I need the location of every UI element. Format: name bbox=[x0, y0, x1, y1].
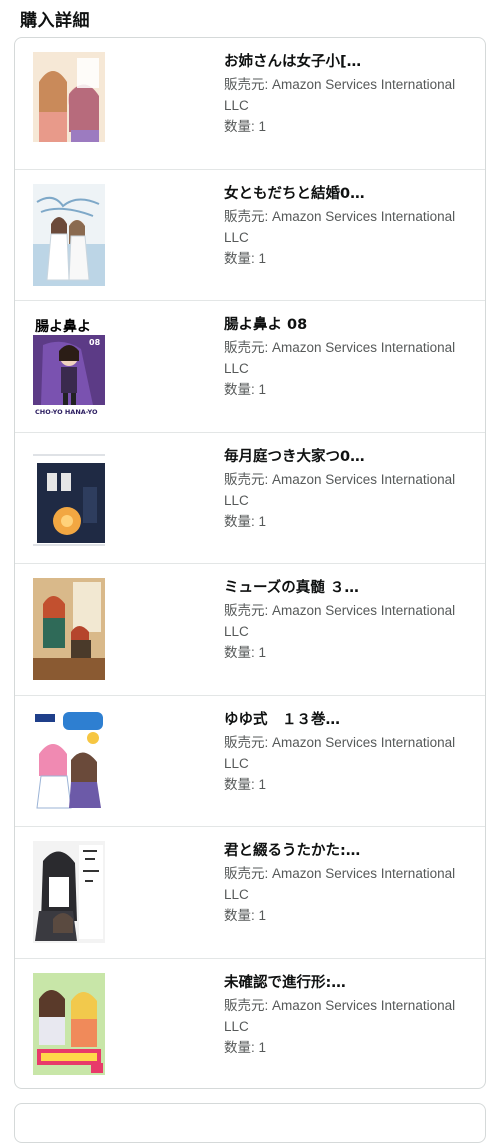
next-section-card bbox=[14, 1103, 486, 1143]
item-seller: 販売元: Amazon Services International LLC bbox=[224, 208, 456, 245]
book-cover[interactable] bbox=[33, 183, 105, 286]
book-cover[interactable] bbox=[33, 709, 105, 812]
purchase-items-card: お姉さんは女子小[… 販売元: Amazon Services Internat… bbox=[14, 37, 486, 1089]
book-cover[interactable] bbox=[33, 578, 105, 680]
cover-title-text: 腸よ鼻よ bbox=[35, 318, 91, 335]
item-title[interactable]: 毎月庭つき大家つ0… bbox=[224, 447, 474, 467]
list-item[interactable]: 毎月庭つき大家つ0… 販売元: Amazon Services Internat… bbox=[15, 433, 485, 564]
cover-volume-text: 08 bbox=[89, 338, 101, 347]
list-item[interactable]: 女ともだちと結婚0… 販売元: Amazon Services Internat… bbox=[15, 170, 485, 301]
item-title[interactable]: 君と綴るうたかた:… bbox=[224, 841, 474, 861]
item-title[interactable]: ミューズの真髄 ３… bbox=[224, 578, 474, 598]
item-quantity: 数量: 1 bbox=[224, 908, 267, 923]
item-seller: 販売元: Amazon Services International LLC bbox=[224, 340, 456, 376]
item-seller: 販売元: Amazon Services International LLC bbox=[224, 77, 456, 113]
book-cover[interactable] bbox=[33, 52, 105, 154]
book-cover[interactable] bbox=[33, 841, 105, 943]
item-quantity: 数量: 1 bbox=[224, 513, 267, 529]
section-title: 購入詳細 bbox=[20, 11, 90, 31]
list-item[interactable]: 君と綴るうたかた:… 販売元: Amazon Services Internat… bbox=[15, 827, 485, 959]
item-seller: 販売元: Amazon Services International LLC bbox=[224, 997, 456, 1034]
list-item[interactable]: お姉さんは女子小[… 販売元: Amazon Services Internat… bbox=[15, 38, 485, 170]
item-seller: 販売元: Amazon Services International LLC bbox=[224, 866, 456, 902]
cover-subtitle-text: CHO-YO HANA-YO bbox=[35, 408, 98, 416]
book-cover[interactable] bbox=[33, 972, 105, 1075]
item-title[interactable]: 腸よ鼻よ 08 bbox=[224, 315, 474, 335]
item-title[interactable]: ゆゆ式 １３巻… bbox=[224, 710, 474, 730]
item-seller: 販売元: Amazon Services International LLC bbox=[224, 734, 456, 771]
item-seller: 販売元: Amazon Services International LLC bbox=[224, 603, 456, 639]
item-title[interactable]: 女ともだちと結婚0… bbox=[224, 184, 474, 204]
list-item[interactable]: 腸よ鼻よ 08 CHO-YO HANA-YO 腸よ鼻よ 08 販売元: Amaz… bbox=[15, 301, 485, 433]
book-cover[interactable]: 腸よ鼻よ 08 CHO-YO HANA-YO bbox=[33, 315, 105, 417]
list-item[interactable]: 未確認で進行形:… 販売元: Amazon Services Internati… bbox=[15, 959, 485, 1089]
book-cover[interactable] bbox=[33, 446, 105, 549]
list-item[interactable]: ゆゆ式 １３巻… 販売元: Amazon Services Internatio… bbox=[15, 696, 485, 827]
item-quantity: 数量: 1 bbox=[224, 1039, 267, 1055]
item-quantity: 数量: 1 bbox=[224, 250, 267, 266]
item-title[interactable]: 未確認で進行形:… bbox=[224, 973, 474, 993]
item-quantity: 数量: 1 bbox=[224, 119, 267, 134]
item-quantity: 数量: 1 bbox=[224, 776, 267, 792]
list-item[interactable]: ミューズの真髄 ３… 販売元: Amazon Services Internat… bbox=[15, 564, 485, 696]
item-quantity: 数量: 1 bbox=[224, 645, 267, 660]
item-quantity: 数量: 1 bbox=[224, 382, 267, 397]
item-seller: 販売元: Amazon Services International LLC bbox=[224, 471, 456, 508]
item-title[interactable]: お姉さんは女子小[… bbox=[224, 52, 474, 72]
